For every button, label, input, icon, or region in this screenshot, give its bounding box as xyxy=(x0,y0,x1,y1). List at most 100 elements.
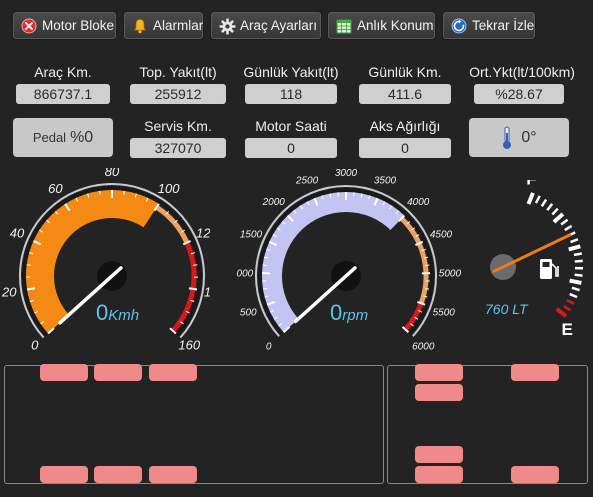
tire xyxy=(415,364,463,381)
gauge-unit: rpm xyxy=(342,307,368,324)
gauge-tick-label: 5000 xyxy=(439,268,462,279)
gunluk-km-label: Günlük Km. xyxy=(368,64,442,80)
tire xyxy=(415,466,463,483)
gauge-tick-label: 1000 xyxy=(236,268,254,279)
arac-ayarlari-button[interactable]: Araç Ayarları xyxy=(211,12,321,39)
anlik-konum-label: Anlık Konum xyxy=(357,18,434,33)
block-icon xyxy=(21,18,37,34)
gunluk-yakit-value: 118 xyxy=(245,84,337,104)
gauge-tick-label: 40 xyxy=(10,226,25,241)
arac-km-value: 866737.1 xyxy=(16,84,110,104)
fuel-tick xyxy=(574,259,583,263)
gunluk-yakit-label: Günlük Yakıt(lt) xyxy=(243,64,339,80)
fuel-tick xyxy=(562,304,571,312)
pedal-label: Pedal xyxy=(32,130,67,145)
pedal-value: %0 xyxy=(70,128,94,146)
aks-agirligi-value: 0 xyxy=(359,138,451,158)
fuel-tick xyxy=(555,307,568,318)
fuel-value: 760 LT xyxy=(485,301,529,317)
top-yakit-value: 255912 xyxy=(130,84,226,104)
gauge-tick-label: 6000 xyxy=(412,342,435,353)
gauge-tick-label: 100 xyxy=(158,181,180,196)
fuel-tick xyxy=(573,252,583,257)
speedometer-gauge: 0 20 40 60 80 100 120 140 160 0Kmh xyxy=(1,168,210,353)
gauge-value: 0rpm xyxy=(330,300,368,325)
pedal-box: Pedal %0 xyxy=(13,118,113,157)
tire xyxy=(149,466,197,483)
fuel-tick xyxy=(526,192,535,205)
gauge-value: 0Kmh xyxy=(96,300,139,325)
gunluk-km-value: 411.6 xyxy=(359,84,451,104)
ort-ykt-value: %28.67 xyxy=(474,84,564,104)
tire xyxy=(94,466,142,483)
gauge-tick-label: 20 xyxy=(1,284,17,299)
thermometer-icon xyxy=(501,126,513,150)
tire xyxy=(40,364,88,381)
fuel-tick xyxy=(568,244,581,252)
motor-bloke-button[interactable]: Motor Bloke xyxy=(13,12,116,39)
gauge-tick-label: 60 xyxy=(48,181,63,196)
calendar-icon xyxy=(336,18,352,34)
fuel-tick xyxy=(569,292,578,299)
gauge-unit: Kmh xyxy=(108,307,139,324)
fuel-pump-icon xyxy=(540,259,559,279)
tire xyxy=(94,364,142,381)
fuel-needle xyxy=(492,233,572,273)
gauge-tick-label: 2500 xyxy=(295,176,319,187)
tire xyxy=(40,466,88,483)
axle-panel-left xyxy=(4,364,384,484)
fuel-tick xyxy=(540,198,548,208)
gauge-tick-label: 0 xyxy=(31,338,39,353)
gauge-tick-label: 4500 xyxy=(430,230,453,241)
aks-agirligi-label: Aks Ağırlığı xyxy=(369,118,441,134)
fuel-empty-label: E xyxy=(562,320,573,339)
tekrar-izle-button[interactable]: Tekrar İzle xyxy=(443,12,535,39)
gauge-tick-label: 2000 xyxy=(262,197,286,208)
axle-panel-right xyxy=(387,364,588,484)
gauge-tick-label: 160 xyxy=(178,338,200,353)
ort-ykt-label: Ort.Ykt(lt/100km) xyxy=(469,64,575,80)
fuel-full-label: F xyxy=(526,180,536,189)
top-yakit-label: Top. Yakıt(lt) xyxy=(139,64,217,80)
gauge-tick-label: 120 xyxy=(196,226,210,241)
fuel-tick xyxy=(534,195,541,204)
gauge-tick-label: 5500 xyxy=(433,308,456,319)
gauge-tick-label: 80 xyxy=(105,168,120,179)
gauge-tick-label: 1500 xyxy=(240,230,263,241)
gauge-tick-label: 140 xyxy=(204,284,210,299)
servis-km-label: Servis Km. xyxy=(144,118,212,134)
fuel-tick xyxy=(551,207,559,216)
fuel-tick xyxy=(570,238,579,244)
servis-km-value: 327070 xyxy=(130,138,226,158)
motor-saati-label: Motor Saati xyxy=(255,118,327,134)
anlik-konum-button[interactable]: Anlık Konum xyxy=(328,12,435,39)
tire xyxy=(149,364,197,381)
tire xyxy=(415,384,463,401)
gauge-tick-label: 3500 xyxy=(374,176,397,187)
gear-icon xyxy=(219,18,236,34)
replay-icon xyxy=(451,18,467,34)
fuel-tick xyxy=(569,278,582,285)
fuel-gauge: F E 760 LT xyxy=(485,180,584,339)
arac-ayarlari-label: Araç Ayarları xyxy=(240,18,318,33)
gauge-tick-label: 500 xyxy=(240,308,257,319)
fuel-tick xyxy=(546,203,554,211)
gauge-tick-label: 3000 xyxy=(335,168,358,179)
alarmlar-label: Alarmlar xyxy=(153,18,204,33)
alarmlar-button[interactable]: Alarmlar xyxy=(124,12,203,39)
tachometer-gauge: 0 500 1000 1500 2000 2500 3000 3500 4000 4500 5000… xyxy=(236,168,462,353)
tire xyxy=(511,364,559,381)
temperature-box: 0° xyxy=(469,118,569,157)
fuel-tick xyxy=(566,299,575,305)
fuel-tick xyxy=(560,218,569,226)
fuel-tick xyxy=(571,286,580,292)
fuel-tick xyxy=(552,212,565,224)
arac-km-label: Araç Km. xyxy=(34,64,92,80)
gauge-tick-label: 0 xyxy=(266,342,272,353)
fuel-tick xyxy=(564,224,573,232)
gauge-tick-label: 4000 xyxy=(407,197,430,208)
temperature-value: 0° xyxy=(521,128,537,146)
tire xyxy=(511,466,559,483)
motor-bloke-label: Motor Bloke xyxy=(42,18,115,33)
tekrar-izle-label: Tekrar İzle xyxy=(472,18,535,33)
